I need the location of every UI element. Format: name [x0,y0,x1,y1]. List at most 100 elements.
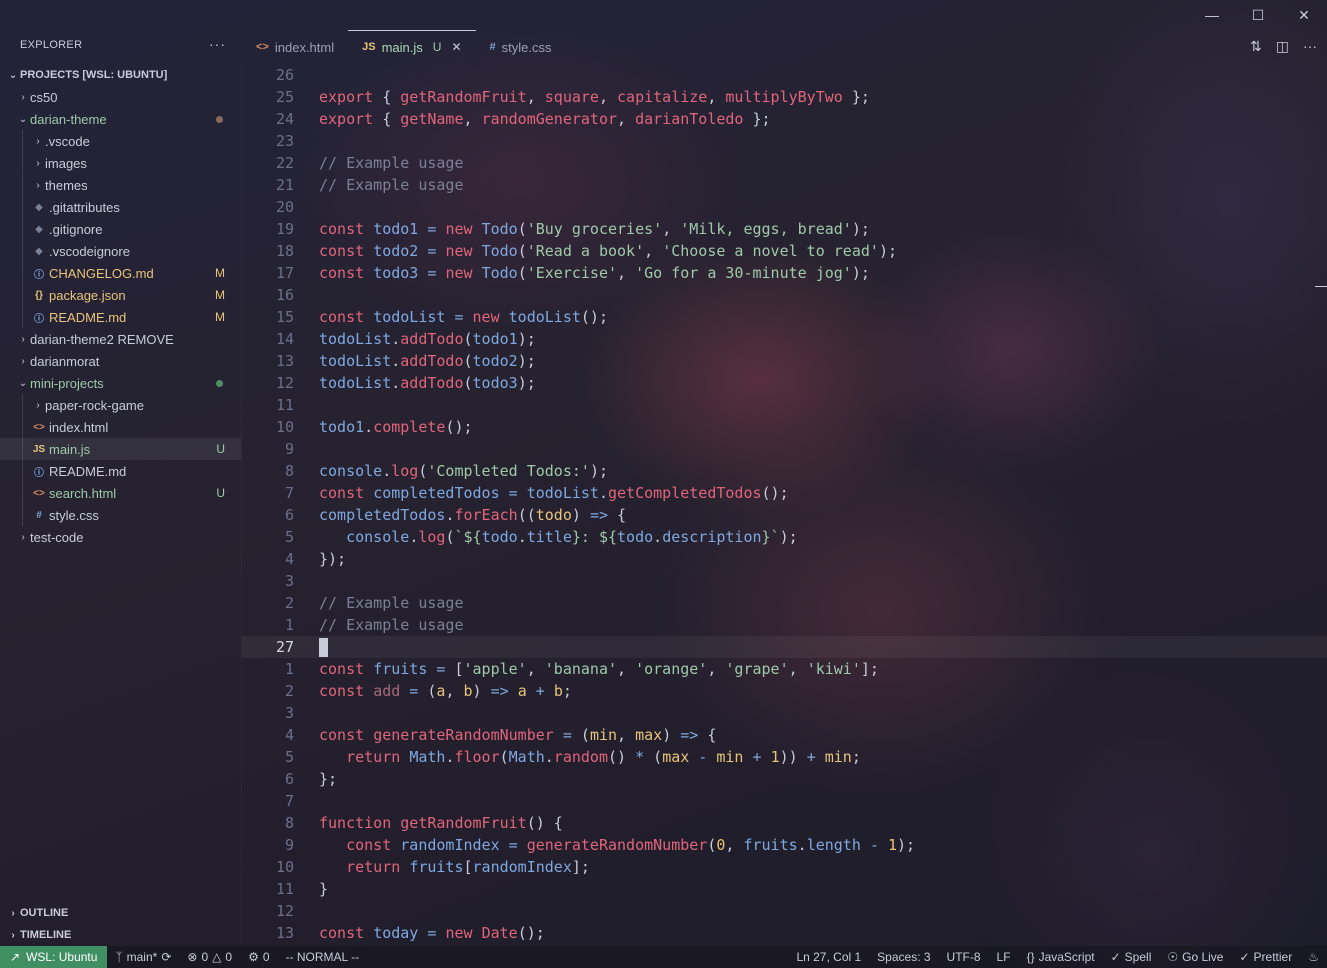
file-item[interactable]: ⓘ CHANGELOG.md M [0,262,241,284]
ports-icon: ⚙ [248,950,259,964]
folder-item[interactable]: › test-code [0,526,241,548]
file-type-icon: ⓘ [34,313,44,325]
line-number: 1 [284,616,294,634]
vscode-window: — ☐ ✕ EXPLORER ··· <> index.html JS main.js… [0,0,1327,968]
language-mode[interactable]: {} JavaScript [1019,950,1103,964]
code-text: // Example usage [319,154,464,172]
code-line: 15 const todoList = new todoList(); [242,306,1327,328]
folder-item[interactable]: › darianmorat [0,350,241,372]
file-item[interactable]: ◆ .gitignore [0,218,241,240]
file-item[interactable]: <> index.html [0,416,241,438]
line-number: 13 [275,924,294,942]
file-item[interactable]: ⓘ README.md M [0,306,241,328]
code-line: 10 todo1.complete(); [242,416,1327,438]
indentation[interactable]: Spaces: 3 [869,950,938,964]
compare-changes-icon[interactable]: ⇅ [1250,38,1262,55]
file-item[interactable]: <> search.html U [0,482,241,504]
projects-root[interactable]: ⌄ PROJECTS [WSL: UBUNTU] [0,64,241,86]
prettier-button[interactable]: ✓ Prettier [1231,950,1300,964]
chevron-right-icon: › [11,907,15,919]
line-number: 6 [284,506,294,524]
indent-guide [22,482,23,504]
line-number: 24 [275,110,294,128]
line-number: 10 [275,858,294,876]
more-actions-icon[interactable]: ··· [209,36,226,52]
code-line: 6}; [242,768,1327,790]
spell-label: Spell [1124,950,1152,964]
indentation-label: Spaces: 3 [877,950,931,964]
tree-item-label: README.md [49,309,127,325]
tree-item-label: darian-theme2 REMOVE [30,331,174,347]
tree-item-label: package.json [49,287,126,303]
code-text: return fruits[randomIndex]; [346,858,590,876]
branch-label: main* [126,950,158,964]
folder-item[interactable]: › darian-theme2 REMOVE [0,328,241,350]
folder-item[interactable]: ⌄ mini-projects [0,372,241,394]
code-line: 20 [242,196,1327,218]
line-number: 3 [284,572,294,590]
file-type-icon: JS [362,41,376,53]
spell-check[interactable]: ✓ Spell [1103,950,1160,964]
code-text: const generateRandomNumber = (min, max) … [319,726,717,744]
file-item[interactable]: ◆ .vscodeignore [0,240,241,262]
line-number: 12 [275,374,294,392]
file-tree: › cs50 ⌄ darian-theme › .vscode › images › themes… [0,86,241,548]
folder-item[interactable]: › paper-rock-game [0,394,241,416]
code-text: todoList.addTodo(todo3); [319,374,536,392]
tab-main-js[interactable]: JS main.js U ✕ [348,30,476,64]
line-number: 20 [275,198,294,216]
tree-item-label: index.html [49,419,109,435]
file-item[interactable]: # style.css [0,504,241,526]
folder-item[interactable]: › themes [0,174,241,196]
go-live-button[interactable]: ☉ Go Live [1159,950,1231,964]
folder-item[interactable]: › .vscode [0,130,241,152]
code-text: } [319,880,329,898]
tab-style-css[interactable]: # style.css [476,30,566,64]
timeline-section[interactable]: › TIMELINE [0,924,242,946]
outline-label: OUTLINE [20,907,69,919]
folder-item[interactable]: › images [0,152,241,174]
end-of-line[interactable]: LF [989,950,1019,964]
code-text: console.log(`${todo.title}: ${todo.descr… [346,528,798,546]
file-item[interactable]: JS main.js U [0,438,241,460]
tree-item-label: README.md [49,463,127,479]
code-line: 9 [242,438,1327,460]
chevron-right-icon: › [36,179,40,191]
file-item[interactable]: ◆ .gitattributes [0,196,241,218]
line-number: 15 [275,308,294,326]
folder-item[interactable]: ⌄ darian-theme [0,108,241,130]
git-branch[interactable]: ᛉ main* ⟳ [107,950,179,964]
cursor-position[interactable]: Ln 27, Col 1 [788,950,869,964]
chevron-right-icon: › [36,157,40,169]
notifications-button[interactable]: ♨ [1300,950,1327,964]
scrollbar-marker[interactable] [1315,286,1327,287]
minimize-button[interactable]: — [1189,0,1235,30]
check-icon: ✓ [1110,950,1121,964]
file-item[interactable]: ⓘ README.md [0,460,241,482]
close-icon[interactable]: ✕ [451,40,461,54]
remote-indicator[interactable]: ↗ WSL: Ubuntu [0,946,108,968]
folder-item[interactable]: › cs50 [0,86,241,108]
line-number: 27 [275,638,294,656]
editor-tabs: <> index.html JS main.js U ✕ # style.css [242,30,565,64]
file-type-icon: <> [33,421,45,433]
tree-item-label: CHANGELOG.md [49,265,154,281]
file-item[interactable]: {} package.json M [0,284,241,306]
close-window-button[interactable]: ✕ [1281,0,1327,30]
code-line: 26 [242,64,1327,86]
maximize-button[interactable]: ☐ [1235,0,1281,30]
code-editor[interactable]: 26 25 export { getRandomFruit, square, cap… [242,64,1327,946]
code-text: const completedTodos = todoList.getCompl… [319,484,789,502]
indent-guide [22,284,23,306]
line-number: 22 [275,154,294,172]
ports-indicator[interactable]: ⚙ 0 [240,950,277,964]
tab-index-html[interactable]: <> index.html [242,30,348,64]
encoding[interactable]: UTF-8 [939,950,989,964]
outline-section[interactable]: › OUTLINE [0,902,242,924]
indent-guide [22,438,23,460]
problems-indicator[interactable]: ⊗ 0 △ 0 [179,950,240,964]
code-line: 9 const randomIndex = generateRandomNumb… [242,834,1327,856]
sync-icon[interactable]: ⟳ [161,950,171,964]
more-editor-actions-icon[interactable]: ··· [1303,38,1317,55]
split-editor-icon[interactable]: ◫ [1276,38,1289,55]
